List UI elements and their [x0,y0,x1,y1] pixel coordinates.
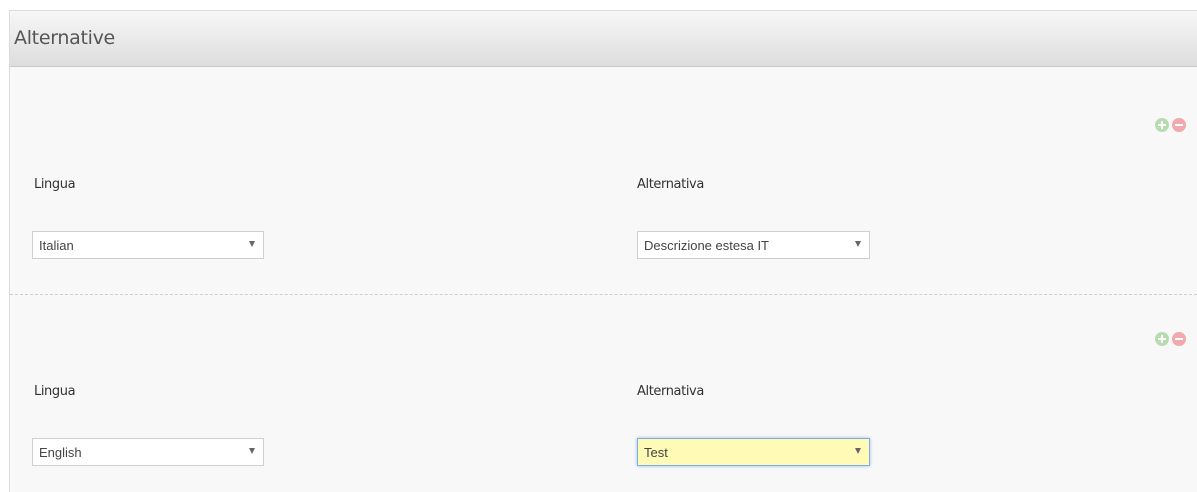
alternatives-panel: Alternative Lingua Italian Alternativa D… [9,10,1197,492]
row-actions [1155,118,1186,132]
panel-header: Alternative [10,11,1197,67]
alternative-row: Lingua English Alternativa Test [10,296,1197,492]
chevron-down-icon [249,241,255,247]
minus-circle-icon[interactable] [1172,332,1186,346]
language-select[interactable]: English [32,438,264,466]
language-label: Lingua [34,384,76,399]
language-select-value: English [39,444,82,460]
language-label: Lingua [34,177,76,192]
row-divider [10,294,1197,295]
alternative-select[interactable]: Test [637,438,870,466]
language-select-value: Italian [39,237,74,253]
row-actions [1155,332,1186,346]
chevron-down-icon [855,448,861,454]
alternative-row: Lingua Italian Alternativa Descrizione e… [10,68,1197,295]
chevron-down-icon [855,241,861,247]
alternative-label: Alternativa [637,384,704,399]
alternative-select-value: Test [644,444,668,460]
alternative-select[interactable]: Descrizione estesa IT [637,231,870,259]
alternative-label: Alternativa [637,177,704,192]
minus-circle-icon[interactable] [1172,118,1186,132]
alternative-select-value: Descrizione estesa IT [644,237,769,253]
chevron-down-icon [249,448,255,454]
panel-title: Alternative [14,27,115,49]
plus-circle-icon[interactable] [1155,118,1169,132]
plus-circle-icon[interactable] [1155,332,1169,346]
language-select[interactable]: Italian [32,231,264,259]
